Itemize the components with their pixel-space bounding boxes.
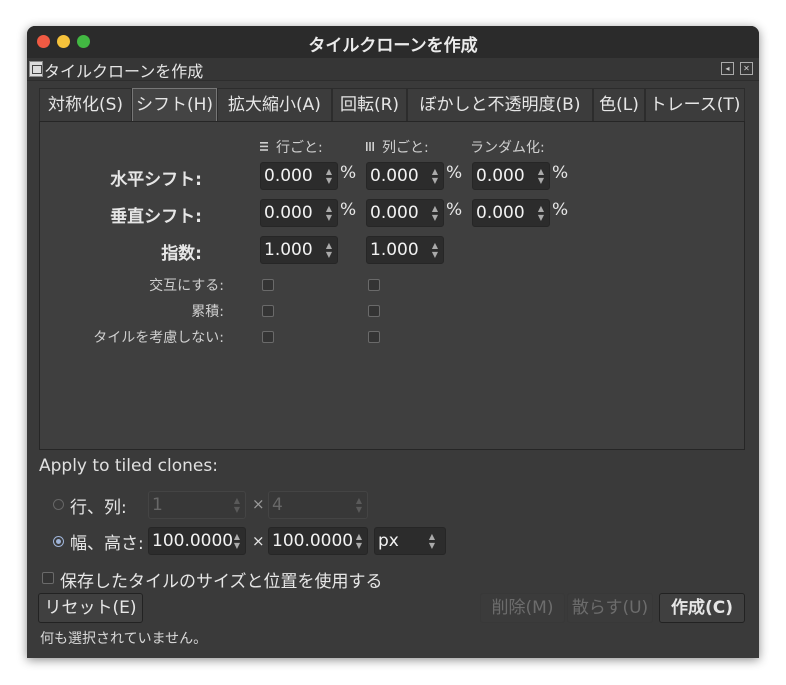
- v-shift-per-row-value: 0.000: [264, 203, 313, 223]
- h-shift-per-row-spinner[interactable]: 0.000 ▲ ▼: [260, 162, 338, 190]
- dialog-window: タイルクローンを作成 タイルクローンを作成 ◂ ✕ 対称化(S) シフト(H) …: [27, 26, 759, 658]
- h-shift-random-unit: %: [552, 163, 569, 183]
- height-spinner[interactable]: 100.0000 ▲ ▼: [268, 527, 368, 555]
- randomize-header: ランダム化:: [470, 140, 545, 156]
- spin-arrows-icon[interactable]: ▲ ▼: [430, 237, 440, 259]
- remove-button[interactable]: 削除(M): [480, 593, 565, 623]
- h-shift-per-column-spinner[interactable]: 0.000 ▲ ▼: [366, 162, 444, 190]
- reset-button[interactable]: リセット(E): [38, 593, 143, 623]
- exponent-per-row-spinner[interactable]: 1.000 ▲ ▼: [260, 236, 338, 264]
- window-title: タイルクローンを作成: [308, 36, 478, 56]
- h-shift-per-column-unit: %: [446, 163, 463, 183]
- v-shift-per-column-spinner[interactable]: 0.000 ▲ ▼: [366, 199, 444, 227]
- cols-value: 4: [272, 495, 283, 515]
- apply-heading: Apply to tiled clones:: [39, 456, 218, 476]
- horizontal-shift-label: 水平シフト:: [110, 170, 202, 190]
- tab-rotation[interactable]: 回転(R): [332, 88, 407, 122]
- spin-arrows-icon[interactable]: ▲ ▼: [232, 492, 242, 514]
- vertical-shift-label: 垂直シフト:: [110, 207, 202, 227]
- rows-icon: [260, 142, 268, 151]
- tab-symmetry[interactable]: 対称化(S): [39, 88, 132, 122]
- width-spinner[interactable]: 100.0000 ▲ ▼: [148, 527, 246, 555]
- v-shift-per-row-spinner[interactable]: 0.000 ▲ ▼: [260, 199, 338, 227]
- alternate-per-column-checkbox[interactable]: [368, 279, 380, 291]
- panel-collapse-icon[interactable]: ◂: [721, 62, 734, 75]
- h-shift-per-column-value: 0.000: [370, 166, 419, 186]
- panel-close-icon[interactable]: ✕: [740, 62, 753, 75]
- per-column-header: 列ごと:: [382, 140, 429, 156]
- tab-trace[interactable]: トレース(T): [645, 88, 745, 122]
- rows-spinner[interactable]: 1 ▲ ▼: [148, 491, 246, 519]
- exclude-tile-label: タイルを考慮しない:: [93, 330, 224, 346]
- width-height-times: ×: [252, 532, 265, 550]
- v-shift-per-row-unit: %: [340, 200, 357, 220]
- status-text: 何も選択されていません。: [40, 631, 208, 647]
- unclump-button[interactable]: 散らす(U): [567, 593, 653, 623]
- use-saved-size-label: 保存したタイルのサイズと位置を使用する: [60, 572, 383, 592]
- unit-value: px: [378, 531, 399, 551]
- rows-value: 1: [152, 495, 163, 515]
- width-height-label: 幅、高さ:: [70, 534, 144, 554]
- spin-arrows-icon[interactable]: ▲ ▼: [354, 528, 364, 550]
- spin-arrows-icon[interactable]: ▲ ▼: [536, 200, 546, 222]
- spin-arrows-icon[interactable]: ▲ ▼: [430, 200, 440, 222]
- spin-arrows-icon[interactable]: ▲ ▼: [324, 163, 334, 185]
- spin-arrows-icon[interactable]: ▲ ▼: [354, 492, 364, 514]
- cumulate-per-column-checkbox[interactable]: [368, 305, 380, 317]
- use-saved-size-checkbox[interactable]: [42, 572, 54, 584]
- spin-arrows-icon[interactable]: ▲ ▼: [536, 163, 546, 185]
- tab-blur-opacity[interactable]: ぼかしと不透明度(B): [407, 88, 593, 122]
- rows-cols-times: ×: [252, 495, 265, 513]
- height-value: 100.0000: [272, 531, 354, 551]
- spin-arrows-icon[interactable]: ▲ ▼: [430, 163, 440, 185]
- exponent-per-row-value: 1.000: [264, 240, 313, 260]
- shift-tab-panel: 行ごと: 列ごと: ランダム化: 水平シフト: 0.000 ▲ ▼ % 0.000…: [39, 121, 745, 450]
- panel-title: タイルクローンを作成: [44, 62, 204, 81]
- tab-color[interactable]: 色(L): [593, 88, 645, 122]
- h-shift-random-value: 0.000: [476, 166, 525, 186]
- h-shift-per-row-value: 0.000: [264, 166, 313, 186]
- spin-arrows-icon[interactable]: ▲ ▼: [324, 237, 334, 259]
- cumulate-per-row-checkbox[interactable]: [262, 305, 274, 317]
- tab-scale[interactable]: 拡大縮小(A): [217, 88, 332, 122]
- spin-arrows-icon[interactable]: ▲ ▼: [232, 528, 242, 550]
- width-value: 100.0000: [152, 531, 234, 551]
- unit-select[interactable]: px ▲ ▼: [374, 527, 446, 555]
- tab-shift[interactable]: シフト(H): [132, 88, 217, 122]
- panel-header: タイルクローンを作成 ◂ ✕: [27, 58, 759, 81]
- columns-icon: [366, 142, 374, 151]
- h-shift-random-spinner[interactable]: 0.000 ▲ ▼: [472, 162, 550, 190]
- v-shift-random-value: 0.000: [476, 203, 525, 223]
- rows-cols-radio[interactable]: [53, 499, 64, 510]
- tab-bar: 対称化(S) シフト(H) 拡大縮小(A) 回転(R) ぼかしと不透明度(B) …: [39, 88, 745, 122]
- v-shift-per-column-unit: %: [446, 200, 463, 220]
- exponent-per-column-value: 1.000: [370, 240, 419, 260]
- cols-spinner[interactable]: 4 ▲ ▼: [268, 491, 368, 519]
- alternate-label: 交互にする:: [149, 278, 224, 294]
- h-shift-per-row-unit: %: [340, 163, 357, 183]
- title-bar: タイルクローンを作成: [27, 26, 759, 58]
- v-shift-per-column-value: 0.000: [370, 203, 419, 223]
- dialog-icon: [29, 61, 43, 77]
- exclude-tile-per-column-checkbox[interactable]: [368, 331, 380, 343]
- v-shift-random-spinner[interactable]: 0.000 ▲ ▼: [472, 199, 550, 227]
- v-shift-random-unit: %: [552, 200, 569, 220]
- select-arrows-icon[interactable]: ▲ ▼: [427, 528, 437, 550]
- rows-cols-label: 行、列:: [70, 498, 127, 518]
- cumulate-label: 累積:: [191, 304, 224, 320]
- alternate-per-row-checkbox[interactable]: [262, 279, 274, 291]
- create-button[interactable]: 作成(C): [659, 593, 745, 623]
- spin-arrows-icon[interactable]: ▲ ▼: [324, 200, 334, 222]
- exponent-label: 指数:: [161, 244, 202, 264]
- exclude-tile-per-row-checkbox[interactable]: [262, 331, 274, 343]
- width-height-radio[interactable]: [53, 536, 64, 547]
- per-row-header: 行ごと:: [276, 140, 323, 156]
- exponent-per-column-spinner[interactable]: 1.000 ▲ ▼: [366, 236, 444, 264]
